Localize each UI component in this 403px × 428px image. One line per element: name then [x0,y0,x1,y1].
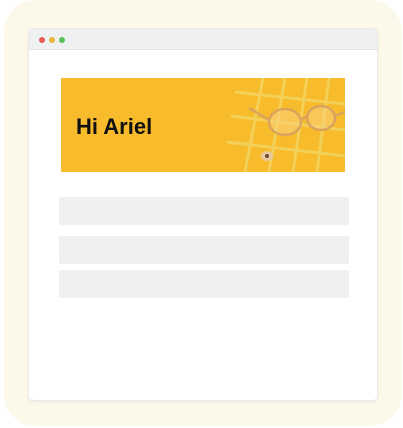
window-minimize-dot[interactable] [49,37,55,43]
banner-illustration [226,78,345,172]
window-title-bar [29,29,377,50]
greeting-banner: Hi Ariel [61,78,345,172]
window-maximize-dot[interactable] [59,37,65,43]
placeholder-row [59,270,349,298]
browser-window: Hi Ariel [29,29,377,400]
placeholder-row [59,197,349,225]
pencil-icon [261,151,273,161]
placeholder-row [59,236,349,264]
greeting-title: Hi Ariel [76,114,153,139]
window-close-dot[interactable] [39,37,45,43]
